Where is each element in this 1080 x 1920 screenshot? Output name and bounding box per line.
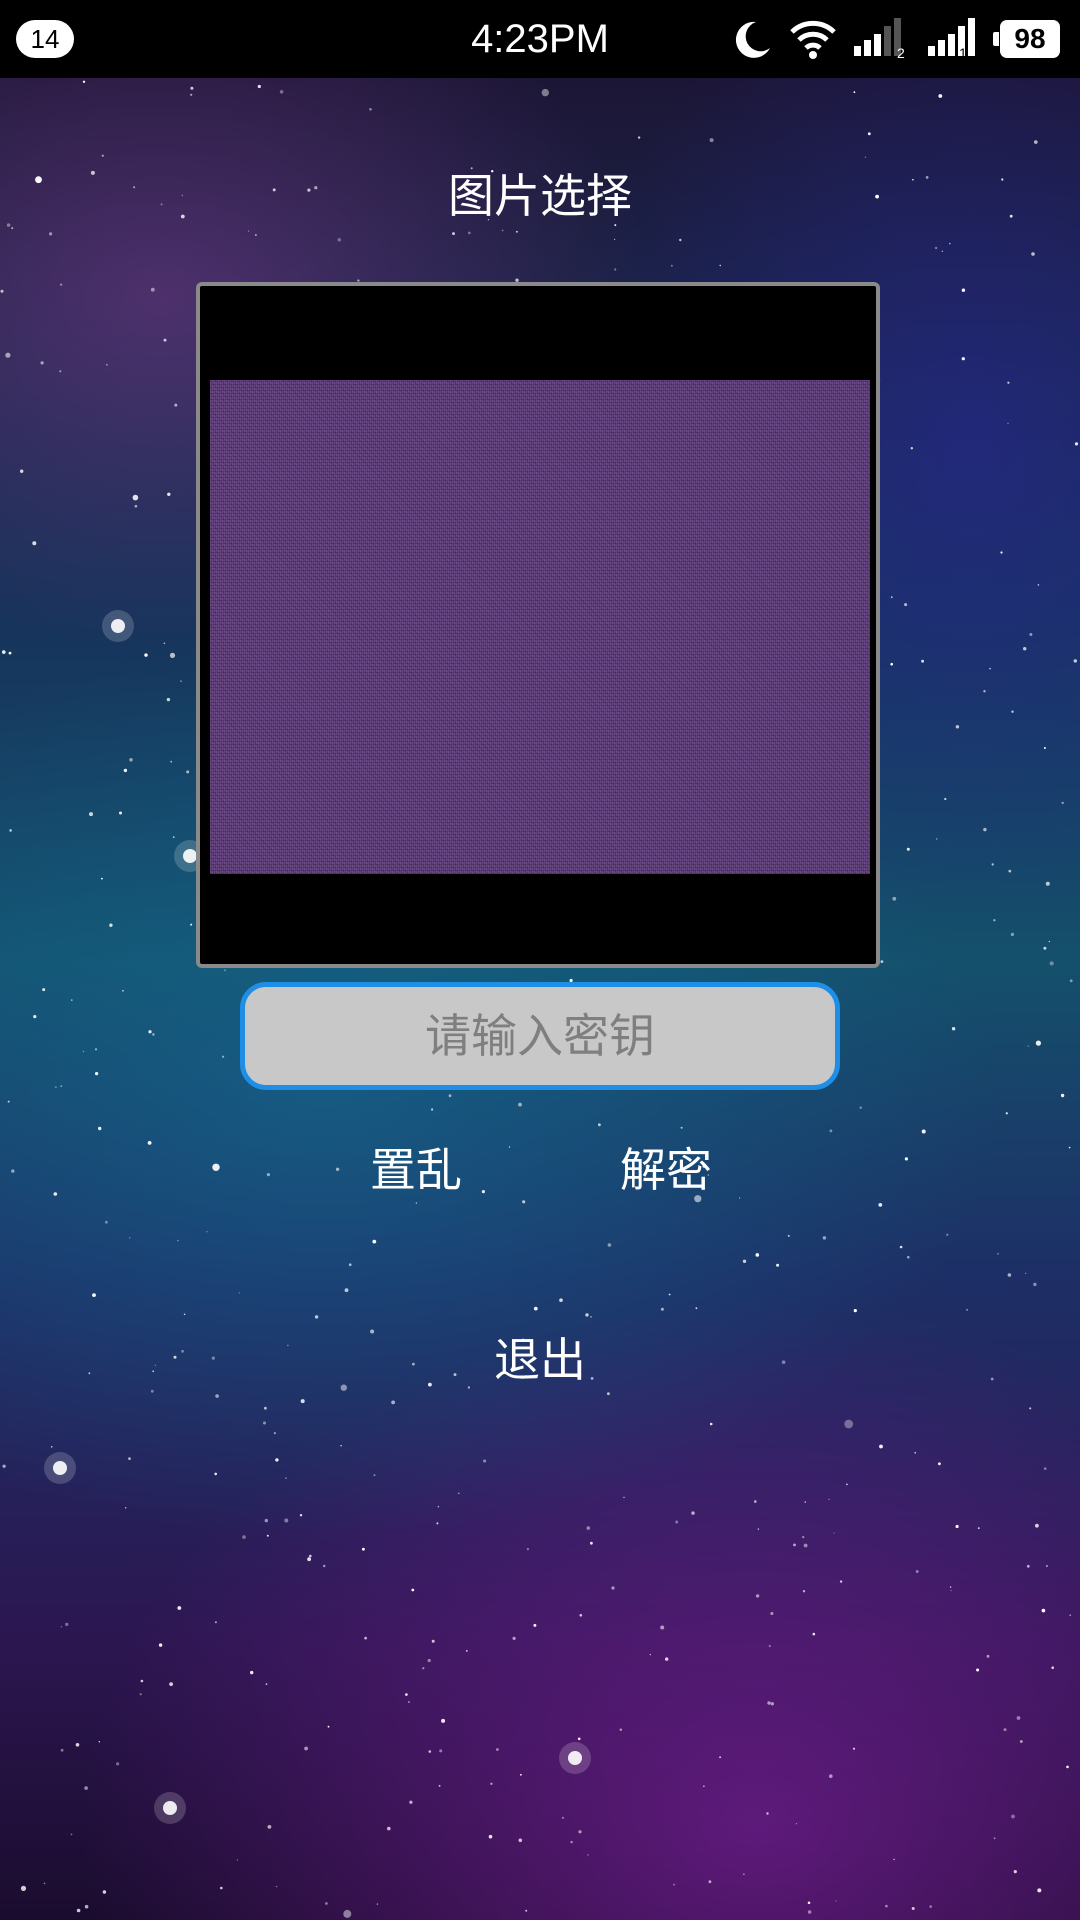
- wifi-icon: [790, 20, 836, 59]
- status-clock: 4:23PM: [471, 17, 609, 61]
- moon-icon: [735, 21, 770, 58]
- sim2-label: 2: [897, 45, 905, 60]
- decrypt-button[interactable]: 解密: [604, 1140, 728, 1200]
- battery-icon: 98: [993, 20, 1060, 58]
- scrambled-image: [210, 380, 870, 874]
- page-title: 图片选择: [448, 169, 632, 223]
- exit-button[interactable]: 退出: [478, 1330, 602, 1390]
- image-picker[interactable]: [196, 282, 880, 968]
- signal-sim2-icon: 2: [854, 18, 905, 60]
- scramble-button[interactable]: 置乱: [354, 1140, 478, 1200]
- signal-sim1-icon: 1: [928, 18, 975, 60]
- sim1-label: 1: [959, 45, 967, 60]
- status-bar: 14 4:23PM 2 1 98: [0, 0, 1080, 78]
- key-input[interactable]: [240, 982, 840, 1090]
